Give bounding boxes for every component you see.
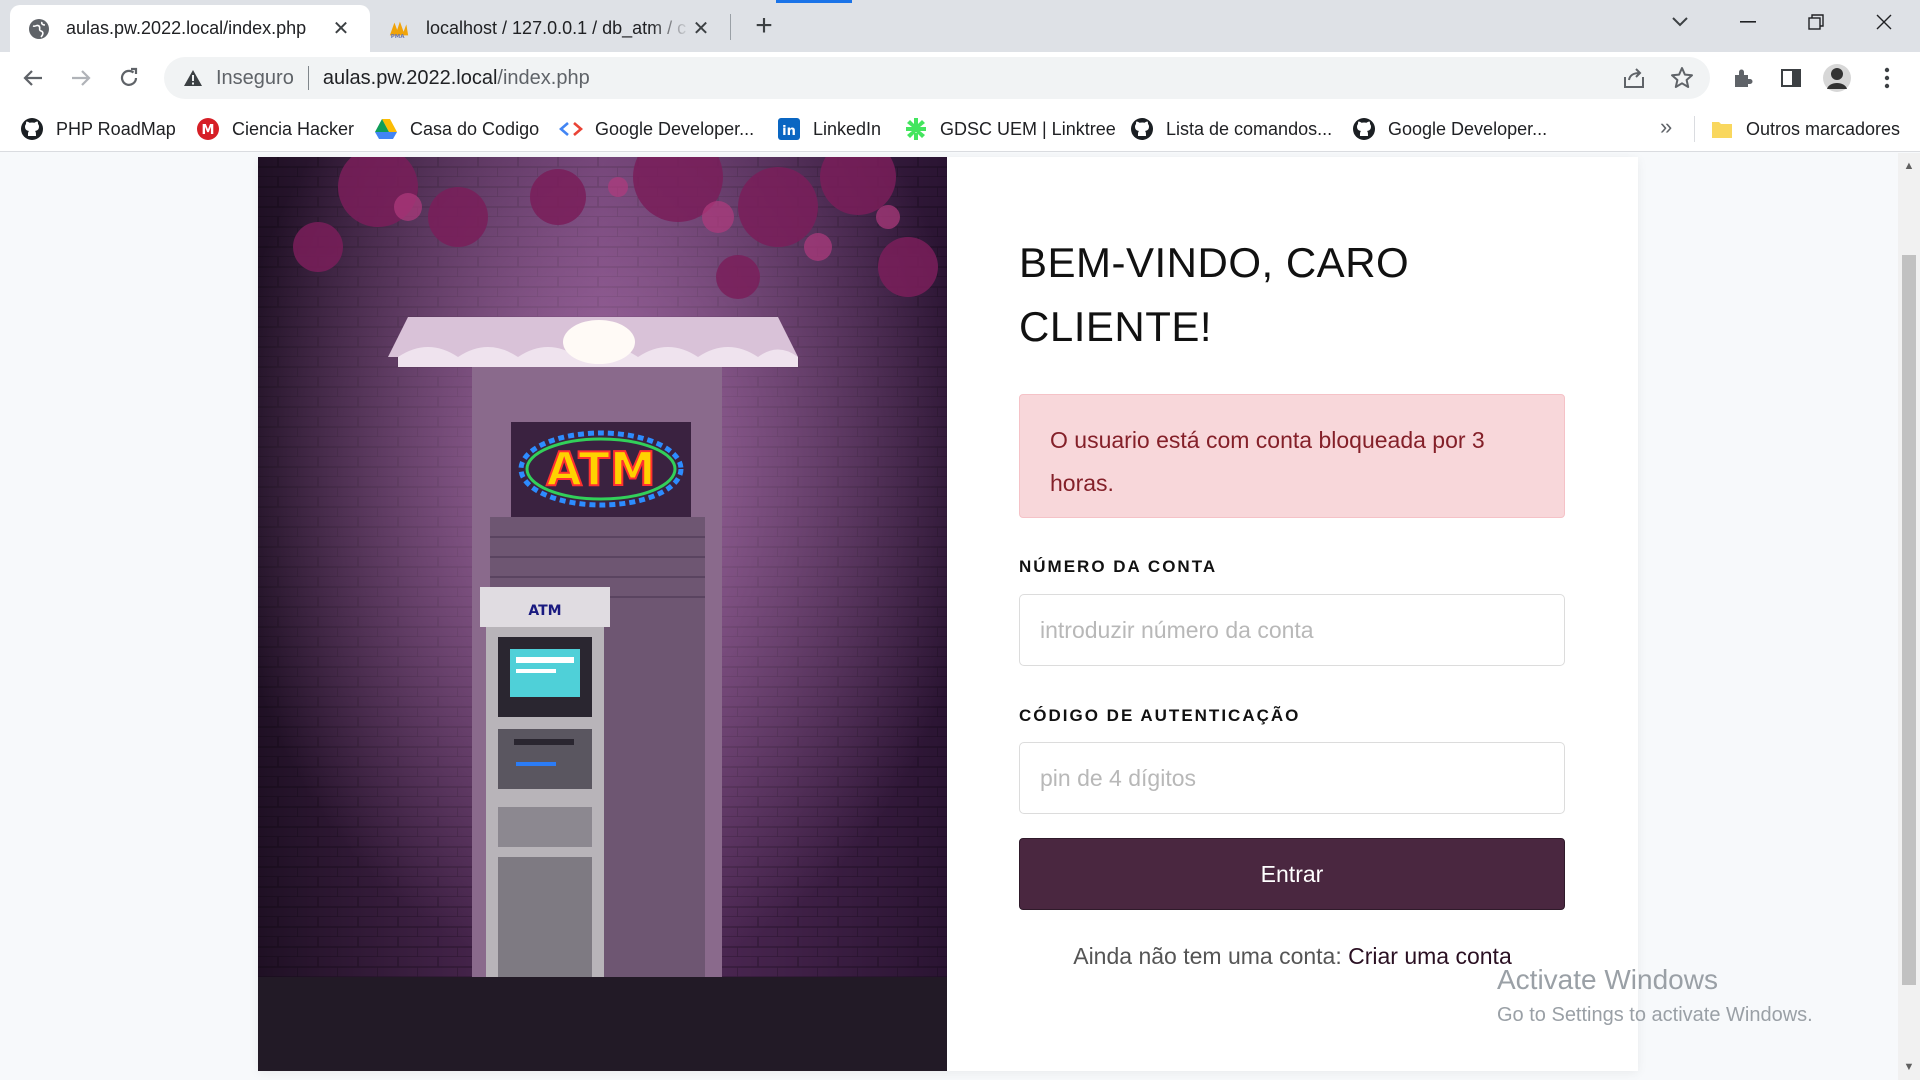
bookmark-label: Ciencia Hacker bbox=[232, 118, 355, 139]
new-tab-button[interactable]: + bbox=[748, 9, 780, 42]
watermark-subtitle: Go to Settings to activate Windows. bbox=[1497, 1004, 1813, 1026]
bookmark-label: Google Developer... bbox=[1388, 118, 1548, 139]
reload-button[interactable] bbox=[112, 61, 146, 95]
bookmark-label: LinkedIn bbox=[813, 118, 882, 139]
svg-text:in: in bbox=[782, 124, 796, 139]
scrollbar-thumb[interactable] bbox=[1902, 255, 1916, 985]
extensions-icon[interactable] bbox=[1726, 61, 1760, 95]
linkedin-icon: in bbox=[777, 117, 801, 141]
tab-search-icon[interactable] bbox=[1646, 0, 1714, 44]
pin-input[interactable] bbox=[1019, 742, 1565, 814]
minimize-button[interactable] bbox=[1714, 0, 1782, 44]
atm-machine-text: ATM bbox=[528, 603, 561, 619]
url-path: /index.php bbox=[497, 66, 590, 89]
close-icon[interactable]: ✕ bbox=[690, 18, 712, 40]
blocked-account-alert: O usuario está com conta bloqueada por 3… bbox=[1019, 394, 1565, 518]
tab-phpmyadmin[interactable]: PMA localhost / 127.0.0.1 / db_atm / c ✕ bbox=[370, 5, 730, 52]
windows-activation-watermark: Activate Windows Go to Settings to activ… bbox=[1497, 964, 1813, 1027]
url-host: aulas.pw.2022.local bbox=[322, 66, 498, 89]
tab-title: aulas.pw.2022.local/index.php bbox=[66, 18, 307, 38]
star-icon[interactable] bbox=[1668, 64, 1696, 92]
svg-text:M: M bbox=[202, 123, 215, 138]
close-window-button[interactable] bbox=[1850, 0, 1918, 44]
github-icon bbox=[20, 117, 44, 141]
svg-text:PMA: PMA bbox=[391, 34, 406, 40]
login-form: BEM-VINDO, CARO CLIENTE! O usuario está … bbox=[947, 157, 1638, 1071]
login-card: ATM ATM BEM-VINDO, CARO CLIENTE! O usuar… bbox=[258, 157, 1638, 1071]
login-button[interactable]: Entrar bbox=[1019, 838, 1565, 910]
browser-toolbar: Inseguro aulas.pw.2022.local/index.php bbox=[0, 52, 1920, 104]
drive-icon bbox=[374, 117, 398, 141]
create-account-link[interactable]: Criar uma conta bbox=[1348, 943, 1512, 969]
avatar[interactable] bbox=[1820, 61, 1854, 95]
page-scrollbar[interactable]: ▲ ▼ bbox=[1898, 153, 1920, 1080]
bookmark-other-folder[interactable]: Outros marcadores bbox=[1710, 116, 1900, 142]
back-button[interactable] bbox=[16, 61, 50, 95]
atm-sign-text: ATM bbox=[546, 442, 655, 496]
account-number-label: NÚMERO DA CONTA bbox=[1019, 557, 1218, 576]
side-panel-icon[interactable] bbox=[1774, 61, 1808, 95]
bookmark-lista-de-comandos[interactable]: Lista de comandos... bbox=[1130, 116, 1332, 142]
page-viewport: ATM ATM BEM-VINDO, CARO CLIENTE! O usuar… bbox=[0, 153, 1898, 1080]
github-icon bbox=[1352, 117, 1376, 141]
bookmarks-divider bbox=[1694, 116, 1695, 142]
github-icon bbox=[1130, 117, 1154, 141]
tab-strip: aulas.pw.2022.local/index.php ✕ PMA loca… bbox=[0, 0, 1920, 52]
folder-icon bbox=[1710, 117, 1734, 141]
bookmark-label: Casa do Codigo bbox=[410, 118, 540, 139]
bookmark-label: Outros marcadores bbox=[1746, 118, 1901, 139]
scroll-up-icon[interactable]: ▲ bbox=[1902, 159, 1916, 173]
signup-prompt-text: Ainda não tem uma conta: bbox=[1073, 943, 1342, 969]
globe-icon bbox=[28, 18, 50, 40]
bookmark-label: Lista de comandos... bbox=[1166, 118, 1333, 139]
forward-button[interactable] bbox=[64, 61, 98, 95]
bookmark-linkedin[interactable]: in LinkedIn bbox=[777, 116, 881, 142]
watermark-title: Activate Windows bbox=[1497, 964, 1718, 995]
bookmark-label: GDSC UEM | Linktree bbox=[940, 118, 1116, 139]
bookmark-google-developer-1[interactable]: Google Developer... bbox=[559, 116, 754, 142]
phpmyadmin-icon: PMA bbox=[388, 18, 410, 40]
bookmarks-bar: PHP RoadMap M Ciencia Hacker Casa do Cod… bbox=[0, 104, 1920, 152]
address-divider bbox=[307, 66, 309, 90]
scroll-down-icon[interactable]: ▼ bbox=[1902, 1060, 1916, 1074]
tab-loading-indicator bbox=[776, 0, 852, 3]
warning-triangle-icon[interactable] bbox=[182, 67, 204, 89]
bookmark-casa-do-codigo[interactable]: Casa do Codigo bbox=[374, 116, 539, 142]
google-dev-icon bbox=[559, 117, 583, 141]
red-m-icon: M bbox=[196, 117, 220, 141]
page-title: BEM-VINDO, CARO CLIENTE! bbox=[1019, 239, 1410, 350]
address-bar[interactable]: Inseguro aulas.pw.2022.local/index.php bbox=[164, 57, 1710, 99]
tab-title: localhost / 127.0.0.1 / db_atm / c bbox=[426, 18, 687, 38]
share-icon[interactable] bbox=[1620, 64, 1648, 92]
bookmark-label: Google Developer... bbox=[595, 118, 755, 139]
restore-button[interactable] bbox=[1782, 0, 1850, 44]
menu-kebab-icon[interactable] bbox=[1870, 61, 1904, 95]
bookmark-php-roadmap[interactable]: PHP RoadMap bbox=[20, 116, 176, 142]
linktree-icon bbox=[904, 117, 928, 141]
account-number-input[interactable] bbox=[1019, 594, 1565, 666]
tab-separator bbox=[730, 14, 731, 40]
atm-hero-image: ATM ATM bbox=[258, 157, 947, 1071]
bookmarks-overflow-button[interactable]: » bbox=[1660, 114, 1672, 140]
bookmark-gdsc-linktree[interactable]: GDSC UEM | Linktree bbox=[904, 116, 1116, 142]
security-label[interactable]: Inseguro bbox=[216, 67, 294, 90]
bookmark-ciencia-hacker[interactable]: M Ciencia Hacker bbox=[196, 116, 354, 142]
bookmark-label: PHP RoadMap bbox=[56, 118, 176, 139]
bookmark-google-developer-2[interactable]: Google Developer... bbox=[1352, 116, 1547, 142]
tab-aulas[interactable]: aulas.pw.2022.local/index.php ✕ bbox=[10, 5, 370, 52]
auth-code-label: CÓDIGO DE AUTENTICAÇÃO bbox=[1019, 706, 1301, 725]
close-icon[interactable]: ✕ bbox=[330, 18, 352, 40]
